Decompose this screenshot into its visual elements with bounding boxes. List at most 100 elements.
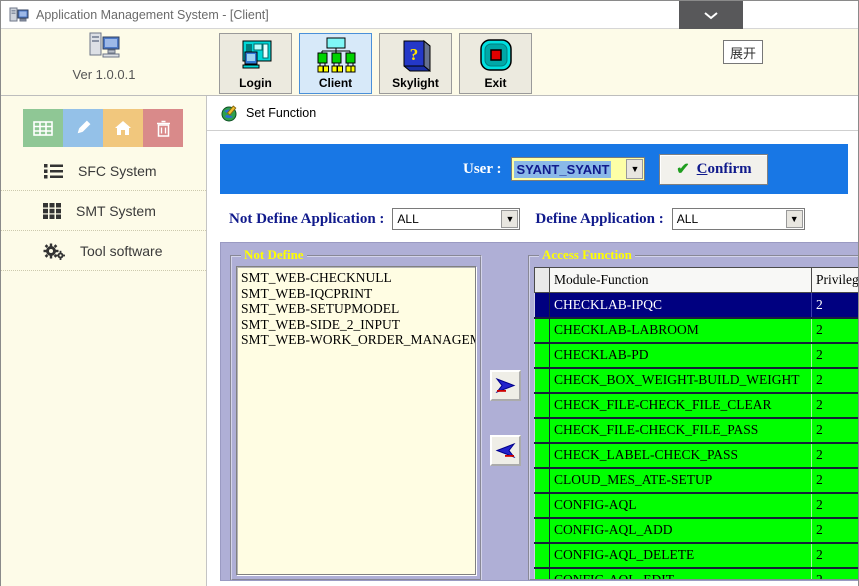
table-action-button[interactable]	[23, 109, 63, 147]
version-computer-icon	[81, 31, 127, 61]
exit-button[interactable]: Exit	[459, 33, 532, 94]
row-selector-cell[interactable]	[535, 518, 550, 543]
privilege-cell[interactable]: 2	[812, 393, 859, 418]
skylight-help-book-icon: ?	[399, 34, 433, 76]
module-function-cell[interactable]: CHECK_FILE-CHECK_FILE_PASS	[550, 418, 812, 443]
table-row[interactable]: CHECKLAB-PD2	[535, 343, 859, 368]
module-function-cell[interactable]: CONFIG-AQL_EDIT	[550, 568, 812, 580]
confirm-button[interactable]: ✔ Confirm	[659, 154, 768, 185]
row-selector-cell[interactable]	[535, 318, 550, 343]
filter-row: Not Define Application : ALL ▼ Define Ap…	[220, 208, 858, 230]
row-selector-cell[interactable]	[535, 368, 550, 393]
row-selector-cell[interactable]	[535, 293, 550, 318]
list-icon	[43, 163, 63, 179]
table-row[interactable]: CONFIG-AQL2	[535, 493, 859, 518]
privilege-cell[interactable]: 2	[812, 518, 859, 543]
module-function-cell[interactable]: CHECKLAB-IPQC	[550, 293, 812, 318]
module-function-cell[interactable]: CHECKLAB-PD	[550, 343, 812, 368]
row-selector-cell[interactable]	[535, 543, 550, 568]
table-row[interactable]: CHECKLAB-LABROOM2	[535, 318, 859, 343]
row-selector-cell[interactable]	[535, 418, 550, 443]
table-row[interactable]: CHECK_FILE-CHECK_FILE_CLEAR2	[535, 393, 859, 418]
privilege-cell[interactable]: 2	[812, 543, 859, 568]
list-item[interactable]: SMT_WEB-IQCPRINT	[241, 286, 475, 302]
list-item[interactable]: SMT_WEB-WORK_ORDER_MANAGEMENT	[241, 332, 475, 348]
privilege-column-header[interactable]: Privilege	[812, 268, 859, 293]
combo-arrow-icon[interactable]: ▼	[626, 159, 643, 179]
privilege-cell[interactable]: 2	[812, 493, 859, 518]
module-function-cell[interactable]: CONFIG-AQL	[550, 493, 812, 518]
chevron-down-icon	[703, 11, 719, 20]
user-combobox[interactable]: SYANT_SYANT ▼	[511, 157, 645, 181]
app-icon	[9, 7, 29, 23]
table-row[interactable]: CHECK_LABEL-CHECK_PASS2	[535, 443, 859, 468]
define-application-combobox[interactable]: ALL ▼	[672, 208, 805, 230]
module-function-cell[interactable]: CLOUD_MES_ATE-SETUP	[550, 468, 812, 493]
skylight-button[interactable]: ? Skylight	[379, 33, 452, 94]
remove-left-button[interactable]	[490, 435, 521, 466]
panel-title-bar: Set Function	[207, 96, 858, 131]
checkmark-icon: ✔	[676, 159, 689, 179]
privilege-cell[interactable]: 2	[812, 468, 859, 493]
assign-right-button[interactable]	[490, 370, 521, 401]
list-item[interactable]: SMT_WEB-CHECKNULL	[241, 270, 475, 286]
table-row[interactable]: CONFIG-AQL_DELETE2	[535, 543, 859, 568]
privilege-cell[interactable]: 2	[812, 293, 859, 318]
collapse-chevron-button[interactable]	[679, 1, 743, 29]
privilege-cell[interactable]: 2	[812, 443, 859, 468]
sidebar-item-smt-system[interactable]: SMT System	[1, 191, 206, 231]
row-selector-cell[interactable]	[535, 443, 550, 468]
not-define-listbox[interactable]: SMT_WEB-CHECKNULLSMT_WEB-IQCPRINTSMT_WEB…	[236, 266, 476, 575]
table-row[interactable]: CLOUD_MES_ATE-SETUP2	[535, 468, 859, 493]
content: SFC System SMT System	[1, 96, 858, 586]
row-selector-cell[interactable]	[535, 568, 550, 580]
combo-arrow-icon[interactable]: ▼	[501, 210, 518, 228]
row-selector-cell[interactable]	[535, 493, 550, 518]
not-define-application-combobox[interactable]: ALL ▼	[392, 208, 520, 230]
login-computer-icon	[237, 34, 275, 76]
module-function-cell[interactable]: CONFIG-AQL_ADD	[550, 518, 812, 543]
row-selector-cell[interactable]	[535, 468, 550, 493]
exit-button-label: Exit	[484, 76, 506, 90]
privilege-cell[interactable]: 2	[812, 568, 859, 580]
module-function-cell[interactable]: CHECK_FILE-CHECK_FILE_CLEAR	[550, 393, 812, 418]
module-function-column-header[interactable]: Module-Function	[550, 268, 812, 293]
privilege-cell[interactable]: 2	[812, 368, 859, 393]
module-function-cell[interactable]: CONFIG-AQL_DELETE	[550, 543, 812, 568]
table-row[interactable]: CONFIG-AQL_ADD2	[535, 518, 859, 543]
table-row[interactable]: CHECK_FILE-CHECK_FILE_PASS2	[535, 418, 859, 443]
table-row[interactable]: CONFIG-AQL_EDIT2	[535, 568, 859, 580]
top-band: Ver 1.0.0.1 Login	[1, 29, 858, 96]
app-window: Application Management System - [Client]…	[0, 0, 859, 586]
user-label: User :	[463, 161, 501, 178]
sidebar: SFC System SMT System	[1, 96, 207, 586]
privilege-cell[interactable]: 2	[812, 418, 859, 443]
expand-button[interactable]: 展开	[723, 40, 763, 64]
version-text: Ver 1.0.0.1	[1, 67, 207, 82]
define-application-label: Define Application :	[535, 211, 663, 228]
sidebar-item-sfc-system[interactable]: SFC System	[1, 151, 206, 191]
table-row[interactable]: CHECKLAB-IPQC2	[535, 293, 859, 318]
row-selector-cell[interactable]	[535, 343, 550, 368]
client-orgchart-icon	[316, 34, 356, 76]
privilege-cell[interactable]: 2	[812, 343, 859, 368]
module-function-cell[interactable]: CHECKLAB-LABROOM	[550, 318, 812, 343]
table-row[interactable]: CHECK_BOX_WEIGHT-BUILD_WEIGHT2	[535, 368, 859, 393]
module-function-cell[interactable]: CHECK_LABEL-CHECK_PASS	[550, 443, 812, 468]
combo-arrow-icon[interactable]: ▼	[786, 210, 803, 228]
row-selector-cell[interactable]	[535, 393, 550, 418]
define-application-value: ALL	[677, 212, 698, 226]
delete-action-button[interactable]	[143, 109, 183, 147]
sidebar-item-label: Tool software	[80, 243, 162, 259]
confirm-button-label: Confirm	[697, 161, 752, 178]
list-item[interactable]: SMT_WEB-SIDE_2_INPUT	[241, 317, 475, 333]
pencil-icon	[74, 119, 92, 137]
privilege-cell[interactable]: 2	[812, 318, 859, 343]
module-function-cell[interactable]: CHECK_BOX_WEIGHT-BUILD_WEIGHT	[550, 368, 812, 393]
edit-action-button[interactable]	[63, 109, 103, 147]
login-button[interactable]: Login	[219, 33, 292, 94]
list-item[interactable]: SMT_WEB-SETUPMODEL	[241, 301, 475, 317]
home-action-button[interactable]	[103, 109, 143, 147]
client-button[interactable]: Client	[299, 33, 372, 94]
sidebar-item-tool-software[interactable]: Tool software	[1, 231, 206, 271]
